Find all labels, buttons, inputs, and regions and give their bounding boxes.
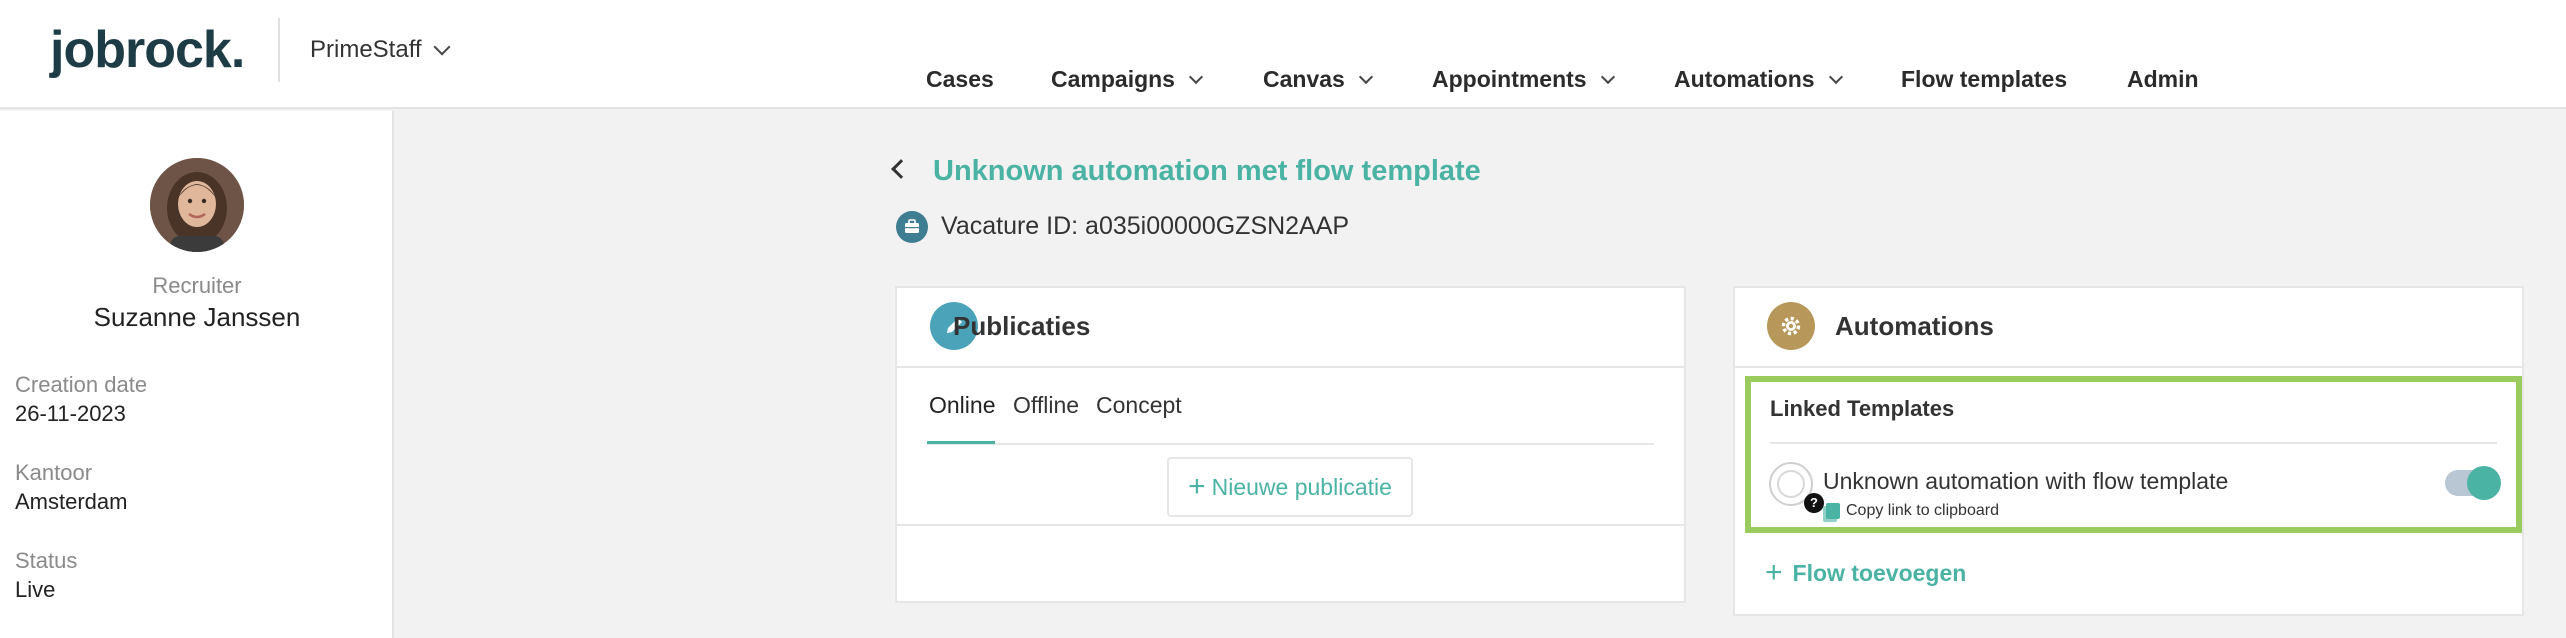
nav-campaigns[interactable]: Campaigns bbox=[1051, 66, 1204, 93]
publications-divider bbox=[897, 524, 1684, 526]
tab-online[interactable]: Online bbox=[929, 392, 995, 419]
chevron-down-icon bbox=[1828, 69, 1843, 84]
chevron-down-icon bbox=[1188, 69, 1204, 84]
template-toggle[interactable] bbox=[2445, 466, 2501, 500]
chevron-down-icon bbox=[1358, 69, 1373, 84]
automations-header: Automations bbox=[1735, 288, 2522, 368]
header-divider bbox=[278, 18, 280, 82]
linked-templates-divider bbox=[1770, 442, 2497, 444]
nav-flow-templates[interactable]: Flow templates bbox=[1901, 66, 2067, 93]
tab-concept[interactable]: Concept bbox=[1096, 392, 1182, 419]
status-value: Live bbox=[15, 577, 56, 602]
add-flow-button[interactable]: + Flow toevoegen bbox=[1765, 558, 1966, 588]
jobrock-logo[interactable]: jobrock. bbox=[50, 20, 245, 80]
company-selector[interactable]: PrimeStaff bbox=[310, 36, 451, 64]
active-tab-indicator bbox=[927, 441, 995, 444]
automations-title: Automations bbox=[1835, 311, 1994, 341]
tab-offline[interactable]: Offline bbox=[1013, 392, 1079, 419]
kantoor-label: Kantoor bbox=[15, 460, 93, 485]
publications-card: Publicaties Online Offline Concept + Nie… bbox=[895, 286, 1686, 603]
status-label: Status bbox=[15, 548, 78, 573]
recruiter-role: Recruiter bbox=[152, 273, 242, 298]
kantoor-value: Amsterdam bbox=[15, 489, 128, 514]
nav-cases[interactable]: Cases bbox=[926, 66, 994, 93]
avatar bbox=[150, 158, 244, 252]
back-arrow-icon[interactable] bbox=[891, 159, 911, 179]
automations-card: Automations Linked Templates ? Unknown a… bbox=[1733, 286, 2524, 616]
chevron-down-icon bbox=[1600, 69, 1615, 84]
template-name: Unknown automation with flow template bbox=[1823, 468, 2229, 494]
linked-templates-section: Linked Templates ? Unknown automation wi… bbox=[1745, 376, 2522, 533]
plus-icon: + bbox=[1188, 470, 1206, 503]
recruiter-sidebar: Recruiter Suzanne Janssen Creation date … bbox=[0, 111, 394, 638]
copy-link-label: Copy link to clipboard bbox=[1846, 502, 1999, 519]
toggle-knob bbox=[2467, 466, 2501, 500]
publications-title: Publicaties bbox=[953, 311, 1091, 341]
creation-date-value: 26-11-2023 bbox=[15, 401, 126, 426]
briefcase-icon bbox=[896, 211, 928, 243]
nav-canvas[interactable]: Canvas bbox=[1263, 66, 1373, 93]
creation-date-label: Creation date bbox=[15, 372, 148, 397]
page-title: Unknown automation met flow template bbox=[933, 155, 1481, 187]
vacancy-id: Vacature ID: a035i00000GZSN2AAP bbox=[941, 212, 1350, 240]
copy-icon bbox=[1826, 503, 1840, 519]
add-flow-label: Flow toevoegen bbox=[1792, 559, 1967, 586]
recruiter-name: Suzanne Janssen bbox=[93, 302, 301, 332]
tabs-divider bbox=[927, 443, 1654, 445]
new-publication-button[interactable]: + Nieuwe publicatie bbox=[1167, 457, 1413, 517]
nav-automations[interactable]: Automations bbox=[1674, 66, 1843, 93]
gear-icon bbox=[1767, 302, 1815, 350]
copy-link-button[interactable]: Copy link to clipboard bbox=[1823, 502, 1999, 520]
linked-templates-title: Linked Templates bbox=[1770, 396, 1955, 421]
nav-admin[interactable]: Admin bbox=[2127, 66, 2199, 93]
publications-header: Publicaties bbox=[897, 288, 1684, 368]
company-name: PrimeStaff bbox=[310, 36, 422, 63]
top-header: jobrock. PrimeStaff Cases Campaigns Canv… bbox=[0, 0, 2566, 109]
question-mark-icon: ? bbox=[1804, 493, 1824, 513]
nav-appointments[interactable]: Appointments bbox=[1432, 66, 1615, 93]
plus-icon: + bbox=[1765, 556, 1783, 589]
new-publication-label: Nieuwe publicatie bbox=[1211, 473, 1392, 500]
chevron-down-icon bbox=[433, 38, 451, 56]
